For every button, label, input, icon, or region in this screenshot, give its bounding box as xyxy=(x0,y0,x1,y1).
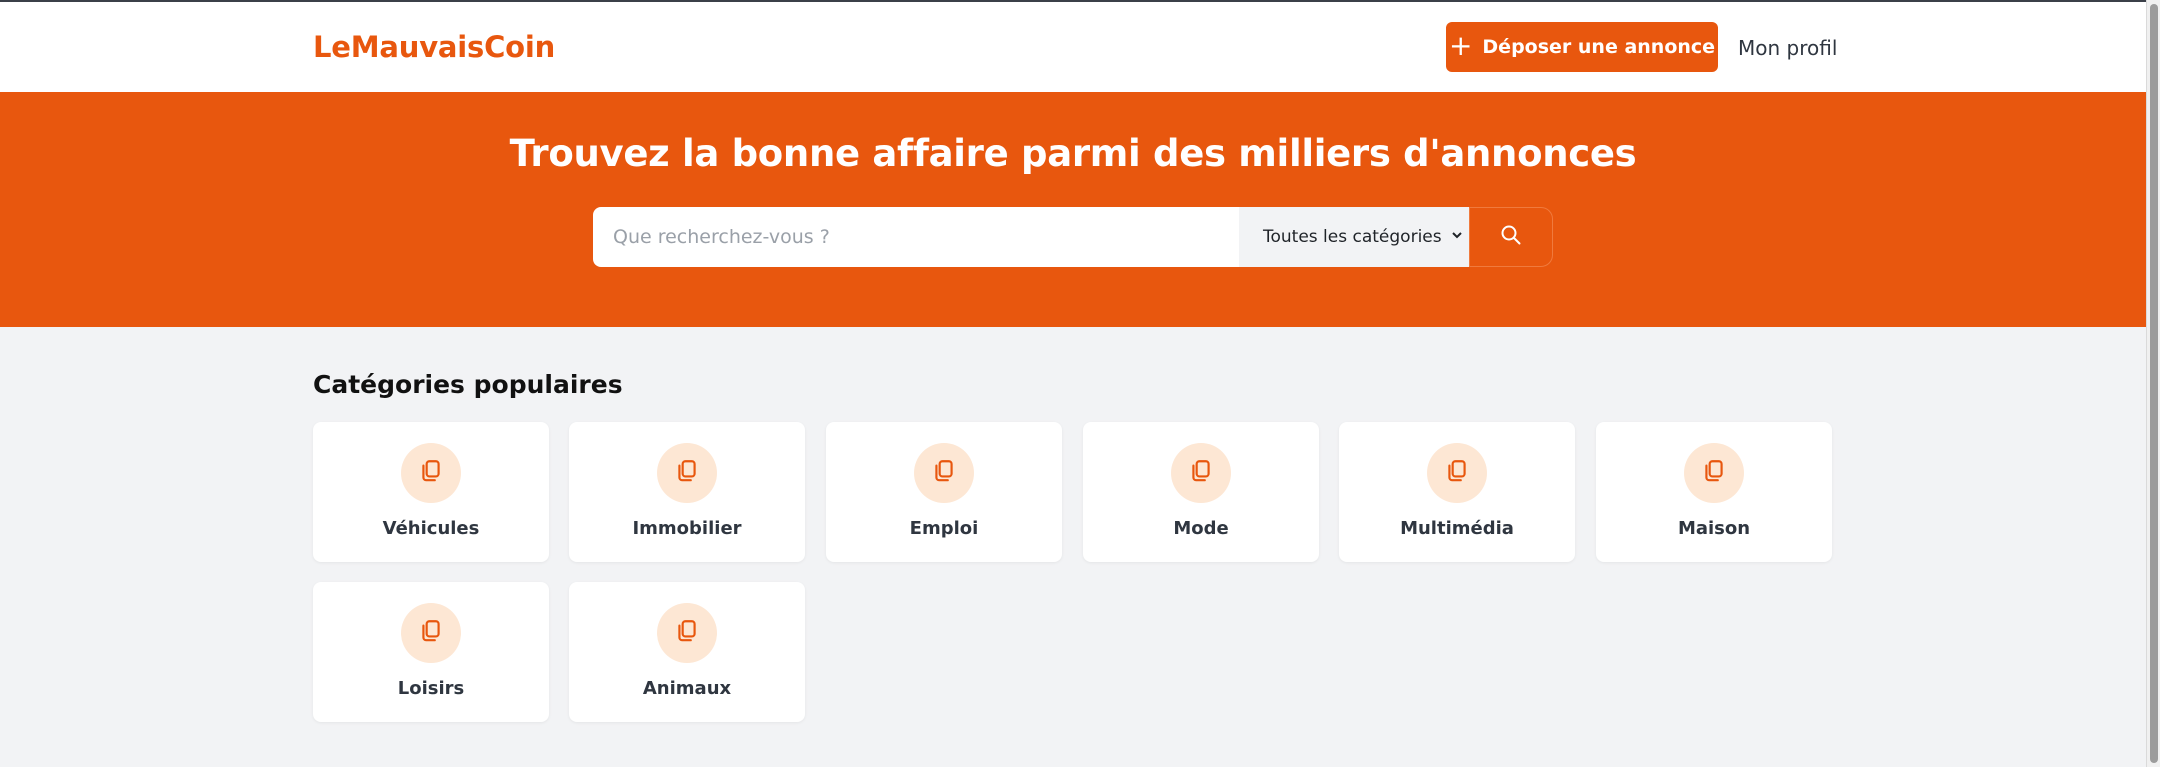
chevron-down-icon xyxy=(1451,229,1463,245)
search-icon xyxy=(1499,223,1523,251)
category-card[interactable]: Emploi xyxy=(826,422,1062,562)
profile-link[interactable]: Mon profil xyxy=(1738,36,1837,60)
copy-icon xyxy=(1444,458,1470,488)
category-icon-circle xyxy=(657,443,717,503)
category-card[interactable]: Mode xyxy=(1083,422,1319,562)
category-label: Mode xyxy=(1173,518,1229,539)
site-logo[interactable]: LeMauvaisCoin xyxy=(313,30,555,64)
popular-categories-title: Catégories populaires xyxy=(313,370,623,399)
category-icon-circle xyxy=(401,443,461,503)
category-card[interactable]: Véhicules xyxy=(313,422,549,562)
category-label: Animaux xyxy=(642,678,732,699)
category-label: Maison xyxy=(1677,518,1751,539)
category-label: Véhicules xyxy=(382,518,480,539)
vertical-scrollbar[interactable] xyxy=(2146,0,2160,767)
category-card[interactable]: Immobilier xyxy=(569,422,805,562)
category-select[interactable]: Toutes les catégories xyxy=(1239,207,1469,267)
post-ad-button[interactable]: + Déposer une annonce xyxy=(1446,22,1718,72)
copy-icon xyxy=(674,458,700,488)
hero-banner: Trouvez la bonne affaire parmi des milli… xyxy=(0,92,2146,327)
category-card[interactable]: Maison xyxy=(1596,422,1832,562)
copy-icon xyxy=(1188,458,1214,488)
copy-icon xyxy=(418,618,444,648)
scrollbar-thumb[interactable] xyxy=(2150,4,2158,763)
search-input[interactable] xyxy=(593,207,1239,267)
category-card[interactable]: Multimédia xyxy=(1339,422,1575,562)
category-card[interactable]: Loisirs xyxy=(313,582,549,722)
copy-icon xyxy=(931,458,957,488)
category-label: Multimédia xyxy=(1400,518,1514,539)
category-icon-circle xyxy=(1684,443,1744,503)
copy-icon xyxy=(418,458,444,488)
search-button[interactable] xyxy=(1469,207,1553,267)
category-icon-circle xyxy=(657,603,717,663)
category-label: Immobilier xyxy=(632,518,742,539)
category-icon-circle xyxy=(1171,443,1231,503)
category-icon-circle xyxy=(1427,443,1487,503)
category-icon-circle xyxy=(401,603,461,663)
copy-icon xyxy=(1701,458,1727,488)
category-label: Loisirs xyxy=(397,678,465,699)
site-header: LeMauvaisCoin + Déposer une annonce Mon … xyxy=(0,2,2146,92)
plus-icon: + xyxy=(1448,29,1473,62)
post-ad-label: Déposer une annonce xyxy=(1482,36,1716,58)
hero-title: Trouvez la bonne affaire parmi des milli… xyxy=(509,132,1637,175)
category-select-value: Toutes les catégories xyxy=(1263,227,1442,247)
category-icon-circle xyxy=(914,443,974,503)
category-label: Emploi xyxy=(909,518,979,539)
copy-icon xyxy=(674,618,700,648)
category-card[interactable]: Animaux xyxy=(569,582,805,722)
